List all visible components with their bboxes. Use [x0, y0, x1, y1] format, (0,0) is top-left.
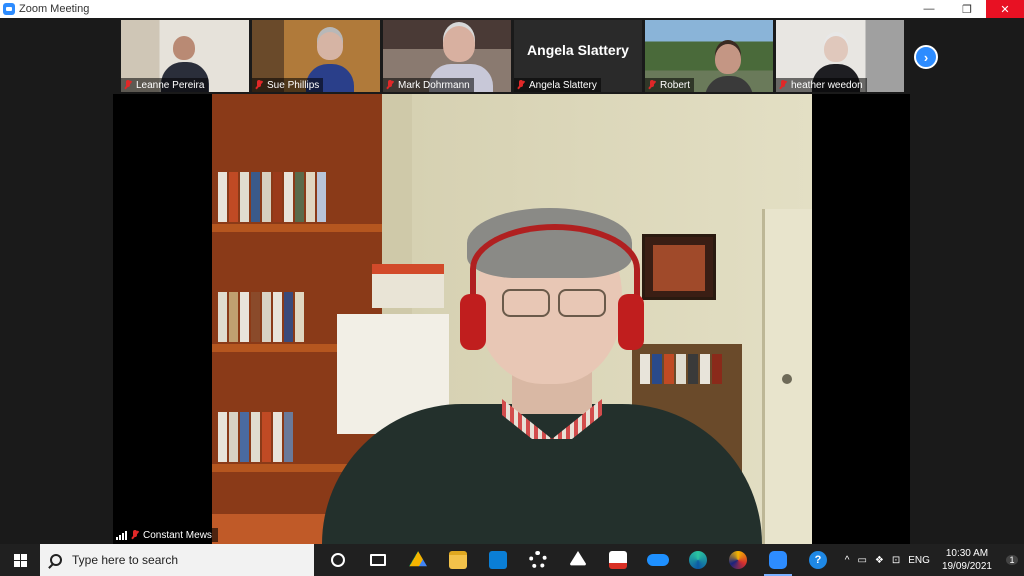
participant-name: Leanne Pereira [136, 79, 205, 91]
inkscape-icon[interactable] [558, 544, 598, 576]
title-bar: Zoom Meeting — ❐ ✕ [0, 0, 1024, 18]
door-knob [782, 374, 792, 384]
zoom-taskbar-icon[interactable] [758, 544, 798, 576]
speaker-name-bar: Constant Mews [113, 528, 218, 542]
close-button[interactable]: ✕ [986, 0, 1024, 18]
active-speaker-video [113, 94, 910, 544]
mic-muted-icon [779, 80, 787, 90]
participant-head [443, 26, 475, 62]
glasses [502, 289, 606, 319]
onedrive-cloud-icon[interactable] [638, 544, 678, 576]
participant-name: Angela Slattery [529, 79, 597, 91]
google-drive-icon[interactable] [398, 544, 438, 576]
vpn-app-icon[interactable] [718, 544, 758, 576]
sweater [322, 404, 762, 544]
connection-signal-icon [116, 530, 127, 540]
participant-name-bar: Angela Slattery [514, 78, 601, 92]
headphones-right-icon [618, 294, 644, 350]
search-icon [50, 554, 62, 566]
window-controls: — ❐ ✕ [910, 0, 1024, 18]
zoom-app-icon [3, 3, 15, 15]
notification-count: 1 [1006, 555, 1018, 565]
mic-muted-icon [131, 530, 139, 540]
next-page-button[interactable]: › [914, 45, 938, 69]
participant-tile[interactable]: Angela Slattery Angela Slattery [514, 20, 642, 92]
minimize-button[interactable]: — [910, 0, 948, 18]
language-indicator[interactable]: ENG [908, 555, 930, 566]
mic-muted-icon [648, 80, 656, 90]
mic-muted-icon [517, 80, 525, 90]
participant-name-bar: Mark Dohrmann [383, 78, 474, 92]
participant-head [173, 36, 195, 60]
mic-muted-icon [386, 80, 394, 90]
meeting-stage: Leanne Pereira Sue Phillips Mark Dohrman… [0, 18, 1024, 544]
participant-name-bar: Sue Phillips [252, 78, 324, 92]
video-feed-scene [212, 94, 812, 544]
participant-name-bar: Leanne Pereira [121, 78, 209, 92]
participant-name-large: Angela Slattery [527, 42, 629, 58]
dropbox-icon[interactable]: ❖ [875, 555, 884, 566]
gmail-icon[interactable] [598, 544, 638, 576]
windows-logo-icon [13, 553, 27, 567]
clock[interactable]: 10:30 AM 19/09/2021 [942, 547, 992, 573]
participant-name: heather weedon [791, 79, 863, 91]
participant-name-bar: Robert [645, 78, 695, 92]
participant-head [715, 44, 741, 74]
system-tray: ^ ▭ ❖ ⊡ ENG 10:30 AM 19/09/2021 1 [841, 544, 1024, 576]
taskbar-apps: ? [318, 544, 838, 576]
taskbar-search-box[interactable]: Type here to search [40, 544, 314, 576]
search-placeholder: Type here to search [72, 553, 179, 567]
settings-gear-icon[interactable] [518, 544, 558, 576]
participant-head [824, 36, 848, 62]
window-title: Zoom Meeting [19, 3, 90, 15]
help-icon[interactable]: ? [798, 544, 838, 576]
participant-name-bar: heather weedon [776, 78, 867, 92]
start-button[interactable] [0, 544, 40, 576]
network-icon[interactable]: ▭ [857, 555, 866, 566]
display-icon[interactable]: ⊡ [892, 555, 900, 566]
store-icon[interactable] [478, 544, 518, 576]
speaker-figure [322, 208, 762, 544]
participant-name: Sue Phillips [267, 79, 320, 91]
participant-tile[interactable]: heather weedon [776, 20, 904, 92]
notifications-icon[interactable]: 1 [1000, 544, 1024, 576]
books [218, 172, 326, 222]
file-explorer-icon[interactable] [438, 544, 478, 576]
windows-taskbar: Type here to search ? ^ ▭ ❖ ⊡ ENG 10:30 … [0, 544, 1024, 576]
speaker-name: Constant Mews [143, 529, 212, 541]
participant-tile[interactable]: Mark Dohrmann [383, 20, 511, 92]
clock-time: 10:30 AM [945, 548, 989, 559]
clock-date: 19/09/2021 [941, 561, 992, 572]
mic-muted-icon [124, 80, 132, 90]
participant-tile[interactable]: Sue Phillips [252, 20, 380, 92]
participant-name: Robert [660, 79, 691, 91]
participant-name: Mark Dohrmann [398, 79, 470, 91]
books [218, 412, 293, 462]
restore-button[interactable]: ❐ [948, 0, 986, 18]
tray-chevron-icon[interactable]: ^ [845, 555, 850, 566]
books [218, 292, 304, 342]
participant-head [317, 32, 343, 60]
headphones-left-icon [460, 294, 486, 350]
participant-strip: Leanne Pereira Sue Phillips Mark Dohrman… [121, 20, 904, 92]
mic-muted-icon [255, 80, 263, 90]
task-view-icon[interactable] [358, 544, 398, 576]
edge-browser-icon[interactable] [678, 544, 718, 576]
cortana-icon[interactable] [318, 544, 358, 576]
participant-tile[interactable]: Leanne Pereira [121, 20, 249, 92]
participant-tile[interactable]: Robert [645, 20, 773, 92]
